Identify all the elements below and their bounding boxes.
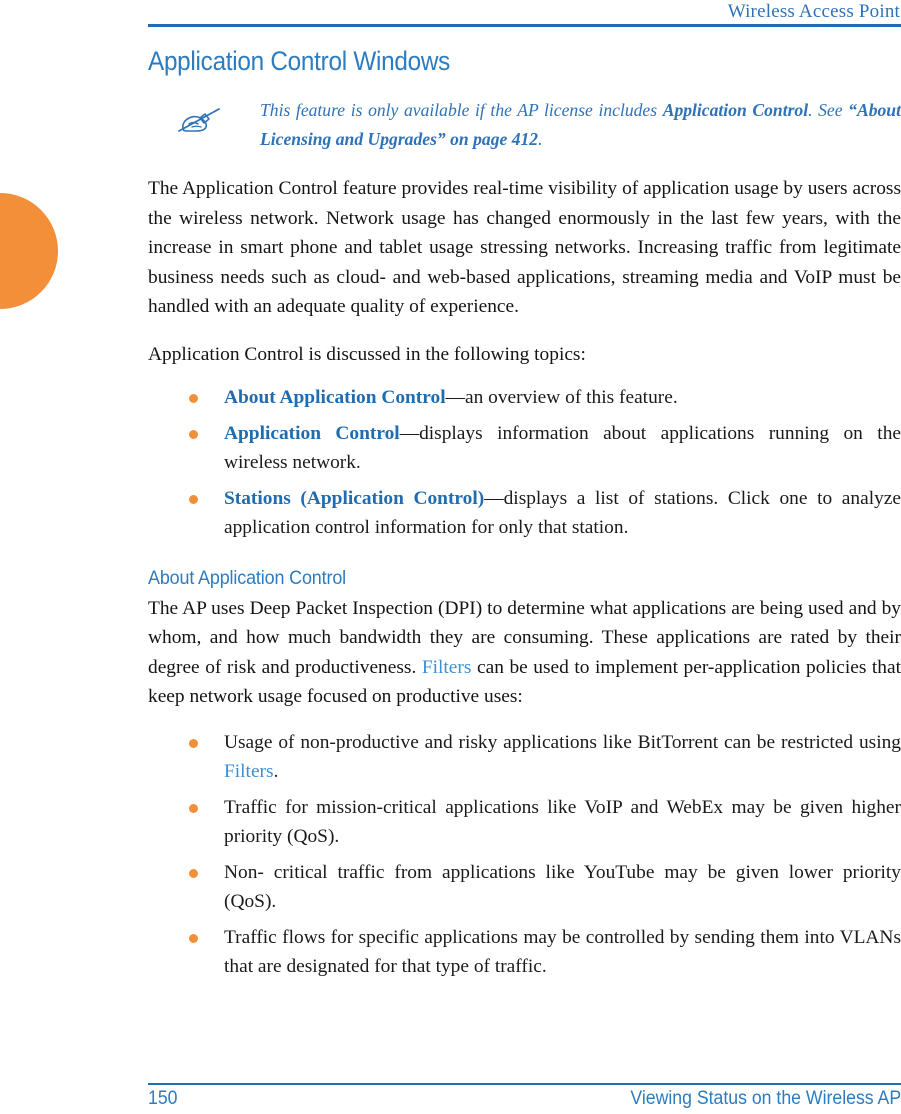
note-callout: This feature is only available if the AP…: [148, 96, 901, 154]
topic-link[interactable]: About Application Control: [224, 387, 446, 408]
bullet-text-pre: Non- critical traffic from applications …: [224, 861, 901, 913]
list-item: Traffic for mission-critical application…: [148, 793, 901, 852]
topics-lead-in: Application Control is discussed in the …: [148, 343, 586, 365]
filters-link[interactable]: Filters: [422, 657, 472, 678]
list-item: About Application Control—an overview of…: [148, 383, 901, 413]
bullet-text-pre: Usage of non-productive and risky applic…: [224, 731, 901, 753]
bullet-text-pre: Traffic for mission-critical application…: [224, 796, 901, 848]
section-heading: About Application Control: [148, 566, 347, 589]
header-rule: [148, 24, 901, 27]
running-header-title: Wireless Access Point: [727, 1, 900, 22]
page-number: 150: [148, 1088, 178, 1109]
filters-link[interactable]: Filters: [224, 761, 274, 782]
list-item: Application Control—displays information…: [148, 419, 901, 478]
note-pen-hand-icon: [176, 100, 222, 140]
benefits-list: Usage of non-productive and risky applic…: [148, 728, 901, 982]
running-header: Wireless Access Point: [148, 0, 901, 26]
note-seg-0: This feature is only available if the AP…: [260, 100, 663, 120]
document-page: Wireless Access Point Application Contro…: [0, 0, 901, 1114]
topic-link[interactable]: Stations (Application Control): [224, 488, 484, 509]
footer-section-name: Viewing Status on the Wireless AP: [630, 1088, 901, 1109]
bullet-text-post: .: [273, 761, 279, 782]
list-item: Non- critical traffic from applications …: [148, 858, 901, 917]
bullet-text-pre: Traffic flows for specific applications …: [224, 926, 901, 978]
bullet-icon: [189, 803, 198, 813]
bullet-icon: [189, 394, 198, 403]
list-item: Stations (Application Control)—displays …: [148, 484, 901, 543]
footer-rule: [148, 1083, 901, 1085]
page-title: Application Control Windows: [148, 46, 451, 76]
topics-list: About Application Control—an overview of…: [148, 383, 901, 543]
bullet-icon: [189, 494, 198, 504]
topic-description: —an overview of this feature.: [445, 387, 678, 408]
list-item: Traffic flows for specific applications …: [148, 923, 901, 982]
note-seg-2: . See: [808, 100, 849, 120]
bullet-icon: [189, 429, 198, 439]
note-seg-1: Application Control: [662, 100, 809, 120]
note-seg-4: .: [538, 129, 543, 149]
bullet-icon: [189, 738, 198, 748]
topic-link[interactable]: Application Control: [224, 423, 400, 444]
bullet-icon: [189, 933, 198, 943]
list-item: Usage of non-productive and risky applic…: [148, 728, 901, 787]
note-text: This feature is only available if the AP…: [260, 96, 901, 154]
bullet-icon: [189, 868, 198, 878]
section-paragraph: The AP uses Deep Packet Inspection (DPI)…: [148, 594, 901, 712]
intro-paragraph: The Application Control feature provides…: [148, 178, 901, 317]
page-footer: 150 Viewing Status on the Wireless AP: [148, 1086, 901, 1114]
page-content: Application Control Windows This feature…: [148, 40, 901, 982]
